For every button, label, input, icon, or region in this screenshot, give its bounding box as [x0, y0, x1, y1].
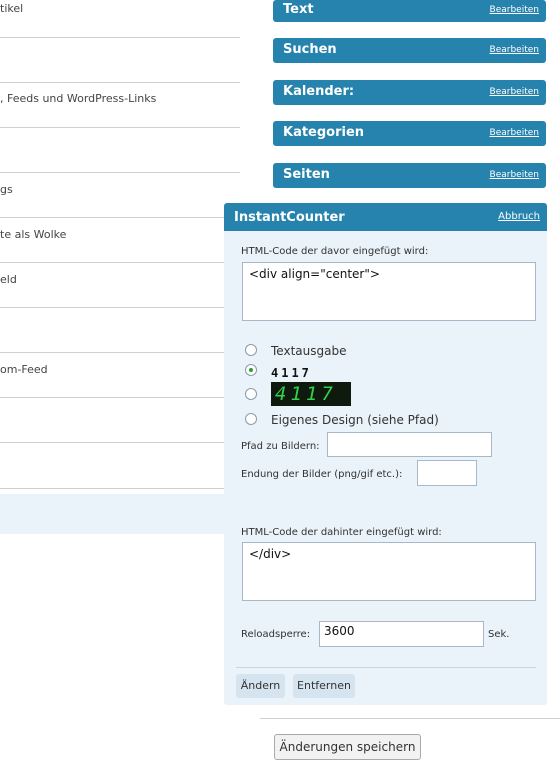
edit-link[interactable]: Bearbeiten — [490, 170, 539, 180]
list-item[interactable] — [0, 398, 240, 443]
widget-title: InstantCounter — [234, 210, 345, 225]
image-path-label: Pfad zu Bildern: — [241, 441, 320, 452]
list-item-label: tikel — [0, 2, 24, 15]
list-item[interactable]: gs — [0, 173, 240, 218]
image-extension-label: Endung der Bilder (png/gif etc.): — [241, 469, 403, 480]
widget-bar-text[interactable]: Text Bearbeiten — [273, 0, 546, 22]
list-item-label: eld — [0, 273, 17, 286]
widget-bar-pages[interactable]: Seiten Bearbeiten — [273, 163, 546, 188]
counter-preview-lcd: 4117 — [271, 382, 351, 406]
remove-button[interactable]: Entfernen — [293, 674, 355, 698]
save-changes-button[interactable]: Änderungen speichern — [274, 734, 421, 760]
list-item[interactable]: te als Wolke — [0, 218, 240, 263]
widget-bar-title: Kalender: — [283, 84, 355, 99]
widget-bar-title: Suchen — [283, 42, 337, 57]
list-item[interactable] — [0, 308, 240, 353]
edit-link[interactable]: Bearbeiten — [490, 87, 539, 97]
reload-lock-label: Reloadsperre: — [241, 629, 311, 640]
reload-lock-input[interactable]: 3600 — [319, 621, 484, 647]
widget-bar-search[interactable]: Suchen Bearbeiten — [273, 38, 546, 63]
before-code-label: HTML-Code der davor eingefügt wird: — [241, 246, 429, 257]
list-item[interactable] — [0, 128, 240, 173]
cancel-link[interactable]: Abbruch — [498, 211, 540, 222]
widget-bar-categories[interactable]: Kategorien Bearbeiten — [273, 121, 546, 146]
image-extension-input[interactable] — [417, 460, 477, 486]
radio-digits-lcd[interactable] — [245, 388, 257, 400]
list-item[interactable]: tikel — [0, 0, 240, 38]
widget-bar-calendar[interactable]: Kalender: Bearbeiten — [273, 80, 546, 105]
widget-bar-title: Kategorien — [283, 125, 365, 140]
after-code-textarea[interactable]: </div> — [242, 542, 536, 601]
list-item[interactable]: eld — [0, 263, 240, 308]
after-code-label: HTML-Code der dahinter eingefügt wird: — [241, 527, 442, 538]
list-item[interactable]: om-Feed — [0, 353, 240, 398]
counter-preview-dark: 4117 — [271, 366, 312, 380]
edit-link[interactable]: Bearbeiten — [490, 128, 539, 138]
list-item-label: , Feeds und WordPress-Links — [0, 92, 157, 105]
list-item-label: om-Feed — [0, 363, 48, 376]
list-item-label: te als Wolke — [0, 228, 67, 241]
edit-link[interactable]: Bearbeiten — [490, 45, 539, 55]
image-path-input[interactable] — [327, 432, 492, 457]
list-item[interactable] — [0, 443, 240, 489]
edit-link[interactable]: Bearbeiten — [490, 5, 539, 15]
radio-digits-dark[interactable] — [245, 364, 257, 376]
list-footer-band — [0, 494, 224, 534]
before-code-textarea[interactable]: <div align="center"> — [242, 262, 536, 321]
list-item[interactable]: , Feeds und WordPress-Links — [0, 83, 240, 128]
widget-header[interactable]: InstantCounter Abbruch — [224, 203, 547, 231]
change-button[interactable]: Ändern — [236, 674, 285, 698]
reload-lock-unit: Sek. — [488, 629, 510, 640]
widget-footer-divider — [236, 667, 536, 668]
radio-custom-design[interactable] — [245, 413, 257, 425]
widget-bar-title: Text — [283, 2, 314, 17]
widget-bar-title: Seiten — [283, 167, 330, 182]
radio-text-output-label: Textausgabe — [271, 344, 347, 358]
footer-divider — [260, 718, 560, 719]
list-item[interactable] — [0, 38, 240, 83]
list-item-label: gs — [0, 183, 13, 196]
radio-text-output[interactable] — [245, 344, 257, 356]
radio-custom-design-label: Eigenes Design (siehe Pfad) — [271, 413, 439, 427]
